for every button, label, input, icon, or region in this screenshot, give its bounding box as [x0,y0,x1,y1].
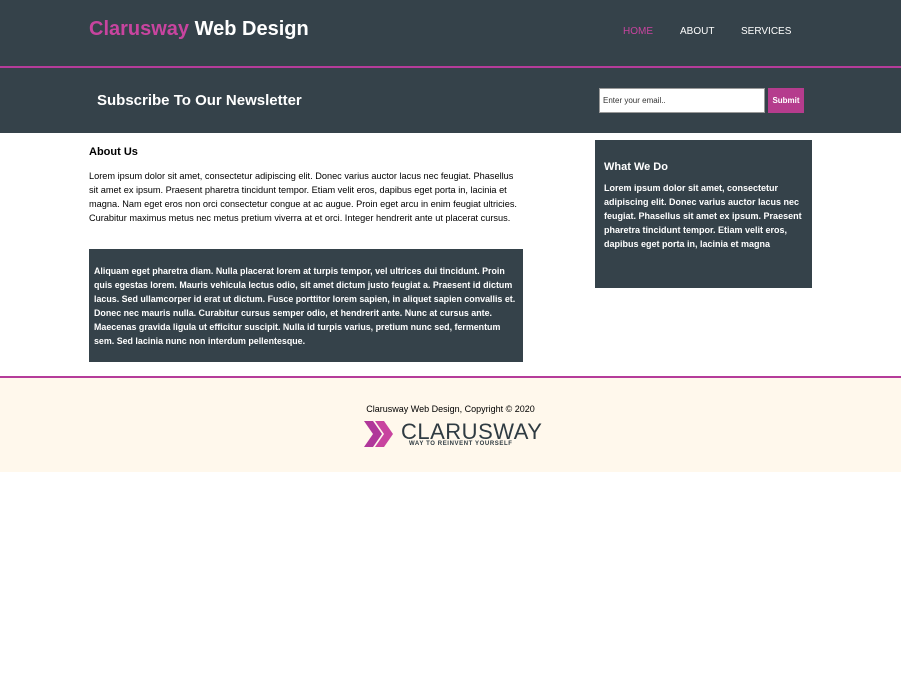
sidebar-title: What We Do [604,161,668,173]
newsletter-title: Subscribe To Our Newsletter [97,92,302,109]
nav-link-services[interactable]: SERVICES [741,26,791,37]
about-text: Lorem ipsum dolor sit amet, consectetur … [89,171,517,223]
copyright-text: Clarusway Web Design, Copyright © 2020 [366,404,535,414]
sidebar-text: Lorem ipsum dolor sit amet, consectetur … [604,183,802,249]
submit-button[interactable]: Submit [768,88,804,113]
nav-link-about[interactable]: ABOUT [680,26,714,37]
page-blank-area [0,472,901,693]
nav-link-home[interactable]: HOME [623,26,653,37]
newsletter-section: Subscribe To Our Newsletter Submit [0,68,901,133]
logo-tagline: WAY TO REINVENT YOURSELF [409,441,513,447]
clarusway-chevron-logo-icon [364,421,393,447]
main-nav: HOME ABOUT SERVICES [0,26,901,40]
site-footer: Clarusway Web Design, Copyright © 2020 C… [0,376,901,472]
sidebar-what-we-do: What We Do Lorem ipsum dolor sit amet, c… [595,140,812,288]
highlight-box: Aliquam eget pharetra diam. Nulla placer… [89,249,523,362]
about-title: About Us [89,146,138,158]
highlight-text: Aliquam eget pharetra diam. Nulla placer… [94,266,516,346]
clarusway-logo: CLARUSWAY WAY TO REINVENT YOURSELF [363,416,542,452]
email-input[interactable] [599,88,765,113]
main-content: About Us Lorem ipsum dolor sit amet, con… [0,133,901,376]
site-header: Clarusway Web Design HOME ABOUT SERVICES [0,0,901,68]
